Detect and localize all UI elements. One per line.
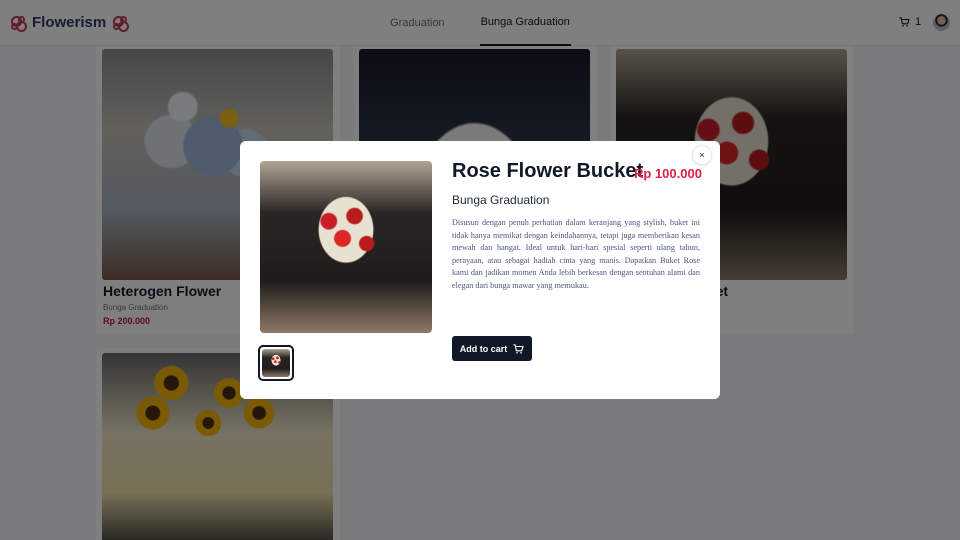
add-to-cart-label: Add to cart [459,343,508,354]
close-icon: × [699,150,705,160]
modal-product-price: Rp 100.000 [634,166,702,181]
cart-icon [513,343,524,354]
close-button[interactable]: × [693,146,711,164]
product-main-image [260,161,432,333]
modal-product-description: Disusun dengan penuh perhatian dalam ker… [452,218,700,290]
modal-product-title: Rose Flower Bucket [452,160,644,182]
modal-product-category: Bunga Graduation [452,193,550,207]
product-thumbnail[interactable] [258,345,294,381]
rose-thumbnail-image [262,349,290,377]
add-to-cart-button[interactable]: Add to cart [452,336,532,361]
